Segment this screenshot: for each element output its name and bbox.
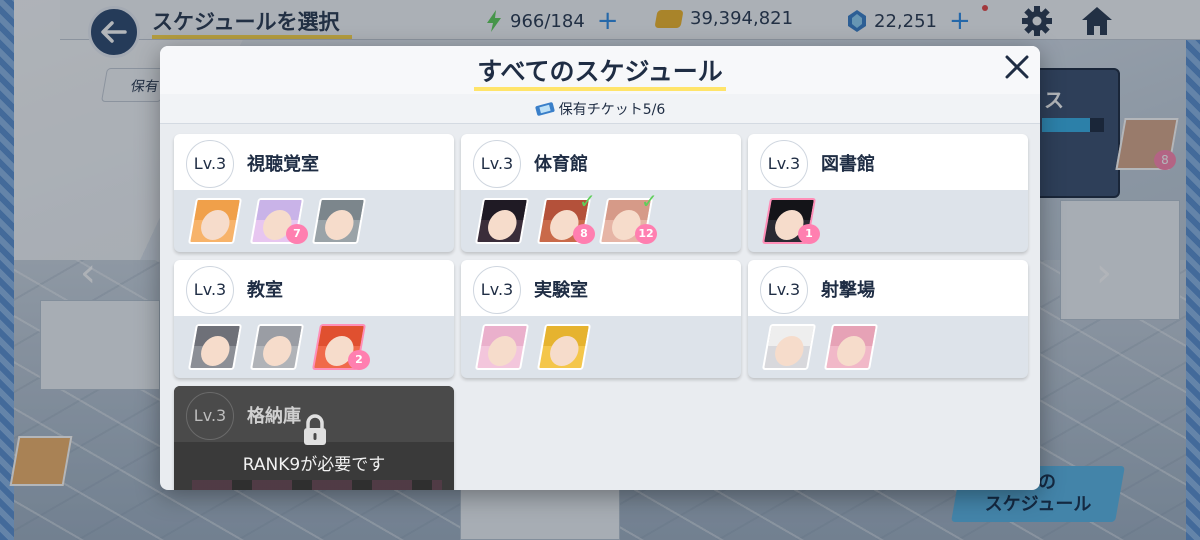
room-name: 格納庫 xyxy=(247,406,301,427)
student-avatar[interactable] xyxy=(761,324,817,370)
ticket-count-row: 保有チケット5/6 xyxy=(160,94,1040,124)
modal-title-underline xyxy=(474,87,726,91)
affection-badge: 8 xyxy=(573,224,595,244)
student-avatar[interactable] xyxy=(823,324,879,370)
level-badge: Lv.3 xyxy=(760,266,808,314)
room-card-shooting-range[interactable]: Lv.3 射撃場 xyxy=(748,260,1028,378)
lock-requirement-text: RANK9が必要です xyxy=(242,455,386,475)
student-avatar[interactable] xyxy=(474,198,530,244)
lock-icon xyxy=(304,414,326,445)
student-avatar[interactable] xyxy=(536,324,592,370)
close-button[interactable] xyxy=(1002,52,1032,82)
level-badge: Lv.3 xyxy=(473,140,521,188)
student-avatar[interactable] xyxy=(474,324,530,370)
level-badge: Lv.3 xyxy=(186,392,234,440)
affection-badge: 12 xyxy=(635,224,657,244)
ticket-icon xyxy=(535,101,555,116)
affection-badge: 7 xyxy=(286,224,308,244)
level-badge: Lv.3 xyxy=(186,140,234,188)
affection-badge: 1 xyxy=(798,224,820,244)
level-badge: Lv.3 xyxy=(186,266,234,314)
room-name: 射撃場 xyxy=(821,280,875,301)
close-icon xyxy=(1005,55,1029,79)
all-schedules-modal: すべてのスケジュール 保有チケット5/6 Lv.3 視聴覚室 7 Lv.3 体育… xyxy=(160,46,1040,490)
room-name: 体育館 xyxy=(534,154,588,175)
locked-avatars-strip xyxy=(192,480,442,490)
student-avatar[interactable] xyxy=(187,198,243,244)
affection-badge: 2 xyxy=(348,350,370,370)
room-card-classroom[interactable]: Lv.3 教室 2 xyxy=(174,260,454,378)
room-card-audiovisual[interactable]: Lv.3 視聴覚室 7 xyxy=(174,134,454,252)
room-card-library[interactable]: Lv.3 図書館 1 xyxy=(748,134,1028,252)
student-avatar[interactable] xyxy=(187,324,243,370)
check-icon: ✓ xyxy=(641,189,658,213)
room-name: 教室 xyxy=(247,280,283,301)
room-name: 視聴覚室 xyxy=(247,154,319,175)
student-avatar[interactable] xyxy=(249,324,305,370)
room-card-laboratory[interactable]: Lv.3 実験室 xyxy=(461,260,741,378)
ticket-count-label: 保有チケット5/6 xyxy=(558,101,666,118)
level-badge: Lv.3 xyxy=(473,266,521,314)
level-badge: Lv.3 xyxy=(760,140,808,188)
check-icon: ✓ xyxy=(579,189,596,213)
student-avatar[interactable] xyxy=(311,198,367,244)
modal-title: すべてのスケジュール xyxy=(477,57,723,86)
room-card-hangar-locked[interactable]: Lv.3 格納庫 RANK9が必要です xyxy=(174,386,454,490)
room-name: 図書館 xyxy=(821,154,875,175)
room-grid: Lv.3 視聴覚室 7 Lv.3 体育館 8 ✓ 12 ✓ Lv.3 図書館 1… xyxy=(174,134,1032,490)
room-name: 実験室 xyxy=(534,280,588,301)
room-card-gymnasium[interactable]: Lv.3 体育館 8 ✓ 12 ✓ xyxy=(461,134,741,252)
